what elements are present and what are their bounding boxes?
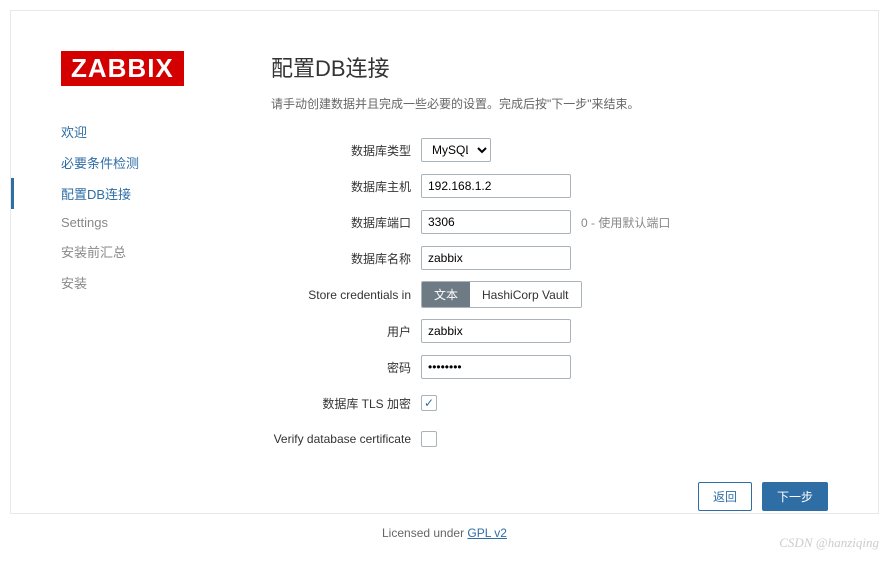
db-port-input[interactable] [421, 210, 571, 234]
watermark: CSDN @hanziqing [779, 535, 879, 551]
nav-welcome[interactable]: 欢迎 [61, 116, 221, 147]
store-plain-button[interactable]: 文本 [422, 282, 470, 307]
nav-install[interactable]: 安装 [61, 267, 221, 298]
db-host-label: 数据库主机 [271, 178, 421, 195]
next-button[interactable]: 下一步 [762, 482, 828, 511]
user-input[interactable] [421, 319, 571, 343]
verify-cert-checkbox[interactable] [421, 431, 437, 447]
db-name-label: 数据库名称 [271, 250, 421, 267]
password-input[interactable] [421, 355, 571, 379]
zabbix-logo: ZABBIX [61, 51, 184, 86]
db-type-label: 数据库类型 [271, 142, 421, 159]
password-label: 密码 [271, 359, 421, 376]
back-button[interactable]: 返回 [698, 482, 752, 511]
db-type-select[interactable]: MySQL [421, 138, 491, 162]
user-label: 用户 [271, 323, 421, 340]
db-port-hint: 0 - 使用默认端口 [581, 214, 670, 231]
store-vault-button[interactable]: HashiCorp Vault [470, 282, 580, 307]
page-title: 配置DB连接 [271, 51, 828, 83]
nav-settings[interactable]: Settings [61, 209, 221, 236]
db-name-input[interactable] [421, 246, 571, 270]
tls-label: 数据库 TLS 加密 [271, 395, 421, 412]
license-link[interactable]: GPL v2 [467, 526, 507, 540]
verify-cert-label: Verify database certificate [271, 432, 421, 446]
db-host-input[interactable] [421, 174, 571, 198]
db-port-label: 数据库端口 [271, 214, 421, 231]
store-credentials-toggle[interactable]: 文本 HashiCorp Vault [421, 281, 582, 308]
nav-db[interactable]: 配置DB连接 [61, 178, 221, 209]
store-credentials-label: Store credentials in [271, 288, 421, 302]
nav-requirements[interactable]: 必要条件检测 [61, 147, 221, 178]
page-intro: 请手动创建数据并且完成一些必要的设置。完成后按"下一步"来结束。 [271, 95, 828, 112]
nav-summary[interactable]: 安装前汇总 [61, 236, 221, 267]
tls-checkbox[interactable]: ✓ [421, 395, 437, 411]
